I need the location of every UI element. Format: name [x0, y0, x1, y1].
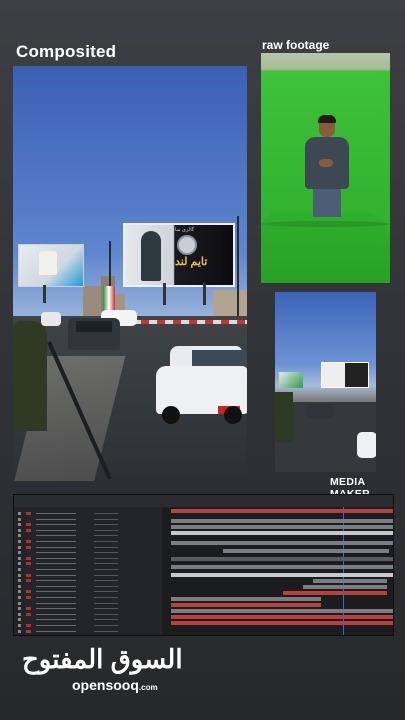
- layer-row: [14, 528, 162, 533]
- composited-label: Composited: [16, 42, 117, 61]
- timeline-bar: [171, 597, 321, 601]
- layer-row: [14, 561, 162, 566]
- layer-row: [14, 589, 162, 594]
- trees: [13, 321, 47, 431]
- timeline-bar: [313, 579, 387, 583]
- watermark-arabic: السوق المفتوح: [22, 644, 183, 674]
- timeline-bar: [171, 603, 321, 607]
- timeline-bar: [171, 509, 393, 513]
- layer-row: [14, 573, 162, 578]
- layer-row: [14, 601, 162, 606]
- layer-row: [14, 612, 162, 617]
- timeline-bar: [171, 565, 393, 569]
- timeline-bar: [303, 585, 387, 589]
- white-car-front: [156, 346, 247, 426]
- layer-row: [14, 545, 162, 550]
- timeline-bar: [171, 519, 393, 523]
- layer-row: [14, 567, 162, 572]
- editor-timeline-panel: [13, 494, 394, 636]
- actor: [301, 115, 351, 217]
- timeline-bar: [171, 615, 393, 619]
- layer-row: [14, 550, 162, 555]
- timeline-header: [14, 495, 393, 507]
- raw-footage-label: raw footage: [262, 38, 330, 52]
- layer-row: [14, 517, 162, 522]
- timeline-bar: [171, 525, 393, 529]
- timeline-bar: [171, 621, 393, 625]
- layer-list: [14, 507, 162, 635]
- layer-row: [14, 578, 162, 583]
- timeline-track-area: [163, 507, 393, 635]
- timeline-bar: [223, 549, 389, 553]
- layer-row: [14, 556, 162, 561]
- timeline-bar: [171, 557, 393, 561]
- watermark-latin: opensooq.com: [72, 677, 158, 693]
- layer-row: [14, 606, 162, 611]
- layer-row: [14, 595, 162, 600]
- composite-preview-image: [275, 292, 376, 472]
- layer-row: [14, 584, 162, 589]
- dark-car: [68, 318, 120, 350]
- left-billboard: [18, 244, 84, 287]
- timeline-bar: [171, 531, 393, 535]
- billboard-small-text: گالری ساعت: [167, 227, 195, 233]
- flag: [103, 286, 115, 312]
- timeline-bar: [283, 591, 387, 595]
- watch-icon: [177, 235, 197, 255]
- layer-row: [14, 522, 162, 527]
- layer-row: [14, 533, 162, 538]
- layer-row: [14, 539, 162, 544]
- layer-row: [14, 629, 162, 634]
- timeline-bar: [171, 541, 393, 545]
- watermark-latin-text: opensooq: [72, 677, 139, 693]
- layer-row: [14, 511, 162, 516]
- timeline-bar: [171, 609, 393, 613]
- layer-row: [14, 623, 162, 628]
- timeline-bar: [171, 573, 393, 577]
- billboard-person: [141, 231, 161, 281]
- watch-billboard: گالری ساعت تایم لند: [123, 223, 235, 287]
- composited-scene-image: گالری ساعت تایم لند: [13, 66, 247, 481]
- raw-footage-image: [261, 53, 390, 283]
- billboard-main-text: تایم لند: [175, 256, 208, 268]
- layer-row: [14, 617, 162, 622]
- watermark-suffix: .com: [138, 683, 158, 692]
